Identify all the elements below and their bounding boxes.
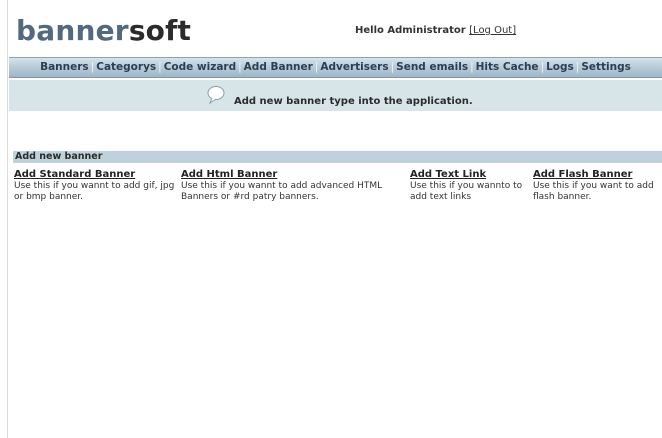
nav-separator: | <box>314 61 319 73</box>
add-text-link-link[interactable]: Add Text Link <box>410 169 528 181</box>
option-html-banner: Add Html Banner Use this if you wannt to… <box>181 169 407 203</box>
app-logo: bannersoft <box>16 14 191 47</box>
nav-item-advertisers[interactable]: Advertisers <box>319 61 389 73</box>
option-description: Use this if you want to add flash banner… <box>533 181 654 202</box>
nav-item-hits-cache[interactable]: Hits Cache <box>475 61 540 73</box>
logo-part-banner: banner <box>16 14 129 47</box>
nav-separator: | <box>238 61 242 73</box>
speech-bubble-icon <box>206 85 226 105</box>
info-message: Add new banner type into the application… <box>234 96 473 107</box>
option-flash-banner: Add Flash Banner Use this if you want to… <box>533 169 657 203</box>
greeting-text: Hello Administrator <box>355 25 466 36</box>
nav-item-banners[interactable]: Banners <box>39 61 90 73</box>
option-description: Use this if you wannt to add advanced HT… <box>181 181 383 202</box>
nav-separator: | <box>158 61 162 73</box>
logout-link[interactable]: [Log Out] <box>469 25 516 36</box>
nav-item-logs[interactable]: Logs <box>545 61 575 73</box>
nav-separator: | <box>470 61 474 73</box>
nav-item-add-banner[interactable]: Add Banner <box>243 61 314 73</box>
info-bar: Add new banner type into the application… <box>9 80 662 111</box>
main-nav: Banners | Categorys | Code wizard | Add Banner… <box>9 57 662 78</box>
user-greeting: Hello Administrator [Log Out] <box>355 25 516 36</box>
add-html-banner-link[interactable]: Add Html Banner <box>181 169 407 181</box>
add-flash-banner-link[interactable]: Add Flash Banner <box>533 169 657 181</box>
option-standard-banner: Add Standard Banner Use this if you wann… <box>14 169 176 203</box>
nav-separator: | <box>575 61 580 73</box>
nav-separator: | <box>390 61 395 73</box>
option-text-link: Add Text Link Use this if you wannto to … <box>410 169 528 203</box>
option-description: Use this if you wannt to add gif, jpg or… <box>14 181 175 202</box>
nav-separator: | <box>540 61 545 73</box>
option-description: Use this if you wannto to add text links <box>410 181 523 202</box>
logo-part-soft: soft <box>128 14 192 47</box>
nav-item-code-wizard[interactable]: Code wizard <box>163 61 237 73</box>
nav-separator: | <box>90 61 95 73</box>
add-standard-banner-link[interactable]: Add Standard Banner <box>14 169 176 181</box>
section-title: Add new banner <box>13 151 662 163</box>
nav-item-send-emails[interactable]: Send emails <box>395 61 469 73</box>
nav-item-settings[interactable]: Settings <box>580 61 632 73</box>
nav-item-categorys[interactable]: Categorys <box>95 61 157 73</box>
